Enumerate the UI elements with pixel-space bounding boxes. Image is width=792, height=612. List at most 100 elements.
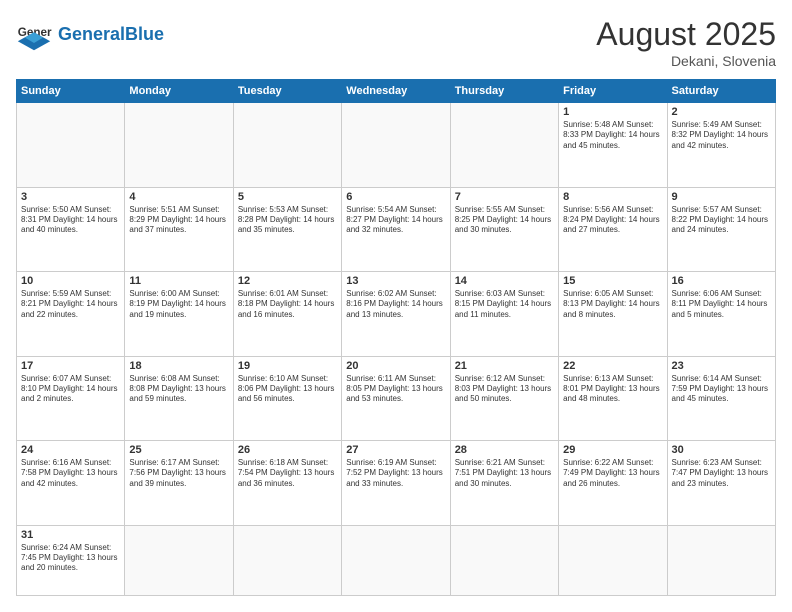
logo-text: GeneralBlue: [58, 24, 164, 45]
day-info: Sunrise: 6:22 AM Sunset: 7:49 PM Dayligh…: [563, 458, 662, 489]
calendar-cell: 26Sunrise: 6:18 AM Sunset: 7:54 PM Dayli…: [233, 441, 341, 526]
calendar-cell: 15 Sunrise: 6:05 AM Sunset: 8:13 PM Dayli…: [559, 272, 667, 357]
page: General GeneralBlue August 2025 Dekani, …: [0, 0, 792, 612]
generalblue-logo-icon: General: [16, 16, 52, 52]
calendar-cell: 6 Sunrise: 5:54 AM Sunset: 8:27 PM Daylig…: [342, 187, 450, 272]
calendar-cell: 5Sunrise: 5:53 AM Sunset: 8:28 PM Daylig…: [233, 187, 341, 272]
calendar-cell: 12Sunrise: 6:01 AM Sunset: 8:18 PM Dayli…: [233, 272, 341, 357]
title-block: August 2025 Dekani, Slovenia: [596, 16, 776, 69]
day-number: 20: [346, 360, 445, 372]
day-number: 10: [21, 275, 120, 287]
day-number: 4: [129, 191, 228, 203]
day-info: Sunrise: 5:59 AM Sunset: 8:21 PM Dayligh…: [21, 289, 120, 320]
calendar-cell: [559, 525, 667, 596]
week-row-0: 1 Sunrise: 5:48 AM Sunset: 8:33 PM Daylig…: [17, 103, 776, 188]
day-number: 6: [346, 191, 445, 203]
calendar-cell: [125, 525, 233, 596]
weekday-header-friday: Friday: [559, 80, 667, 103]
day-info: Sunrise: 6:01 AM Sunset: 8:18 PM Dayligh…: [238, 289, 337, 320]
calendar-cell: 3Sunrise: 5:50 AM Sunset: 8:31 PM Daylig…: [17, 187, 125, 272]
day-info: Sunrise: 6:10 AM Sunset: 8:06 PM Dayligh…: [238, 374, 337, 405]
day-number: 1: [563, 106, 662, 118]
day-info: Sunrise: 5:56 AM Sunset: 8:24 PM Dayligh…: [563, 205, 662, 236]
day-info: Sunrise: 6:14 AM Sunset: 7:59 PM Dayligh…: [672, 374, 771, 405]
calendar-cell: 7Sunrise: 5:55 AM Sunset: 8:25 PM Daylig…: [450, 187, 558, 272]
day-number: 7: [455, 191, 554, 203]
weekday-header-monday: Monday: [125, 80, 233, 103]
weekday-header-wednesday: Wednesday: [342, 80, 450, 103]
day-info: Sunrise: 6:12 AM Sunset: 8:03 PM Dayligh…: [455, 374, 554, 405]
calendar-cell: 10 Sunrise: 5:59 AM Sunset: 8:21 PM Dayli…: [17, 272, 125, 357]
day-number: 19: [238, 360, 337, 372]
day-info: Sunrise: 6:06 AM Sunset: 8:11 PM Dayligh…: [672, 289, 771, 320]
week-row-1: 3Sunrise: 5:50 AM Sunset: 8:31 PM Daylig…: [17, 187, 776, 272]
day-info: Sunrise: 6:13 AM Sunset: 8:01 PM Dayligh…: [563, 374, 662, 405]
calendar-cell: 13 Sunrise: 6:02 AM Sunset: 8:16 PM Dayli…: [342, 272, 450, 357]
calendar-cell: 2 Sunrise: 5:49 AM Sunset: 8:32 PM Daylig…: [667, 103, 775, 188]
day-info: Sunrise: 6:02 AM Sunset: 8:16 PM Dayligh…: [346, 289, 445, 320]
weekday-header-row: SundayMondayTuesdayWednesdayThursdayFrid…: [17, 80, 776, 103]
weekday-header-saturday: Saturday: [667, 80, 775, 103]
day-info: Sunrise: 6:00 AM Sunset: 8:19 PM Dayligh…: [129, 289, 228, 320]
day-info: Sunrise: 5:49 AM Sunset: 8:32 PM Dayligh…: [672, 120, 771, 151]
calendar-cell: [450, 103, 558, 188]
day-info: Sunrise: 6:24 AM Sunset: 7:45 PM Dayligh…: [21, 543, 120, 574]
day-number: 3: [21, 191, 120, 203]
calendar-cell: [233, 525, 341, 596]
calendar-cell: 8 Sunrise: 5:56 AM Sunset: 8:24 PM Daylig…: [559, 187, 667, 272]
calendar: SundayMondayTuesdayWednesdayThursdayFrid…: [16, 79, 776, 596]
calendar-cell: [667, 525, 775, 596]
weekday-header-thursday: Thursday: [450, 80, 558, 103]
calendar-cell: 31 Sunrise: 6:24 AM Sunset: 7:45 PM Dayli…: [17, 525, 125, 596]
calendar-cell: 1 Sunrise: 5:48 AM Sunset: 8:33 PM Daylig…: [559, 103, 667, 188]
day-number: 24: [21, 444, 120, 456]
day-info: Sunrise: 6:16 AM Sunset: 7:58 PM Dayligh…: [21, 458, 120, 489]
calendar-cell: 24 Sunrise: 6:16 AM Sunset: 7:58 PM Dayli…: [17, 441, 125, 526]
day-info: Sunrise: 6:03 AM Sunset: 8:15 PM Dayligh…: [455, 289, 554, 320]
day-number: 31: [21, 529, 120, 541]
day-info: Sunrise: 6:08 AM Sunset: 8:08 PM Dayligh…: [129, 374, 228, 405]
calendar-cell: 4 Sunrise: 5:51 AM Sunset: 8:29 PM Daylig…: [125, 187, 233, 272]
day-info: Sunrise: 5:48 AM Sunset: 8:33 PM Dayligh…: [563, 120, 662, 151]
day-info: Sunrise: 5:53 AM Sunset: 8:28 PM Dayligh…: [238, 205, 337, 236]
week-row-3: 17Sunrise: 6:07 AM Sunset: 8:10 PM Dayli…: [17, 356, 776, 441]
day-info: Sunrise: 6:23 AM Sunset: 7:47 PM Dayligh…: [672, 458, 771, 489]
calendar-cell: 27 Sunrise: 6:19 AM Sunset: 7:52 PM Dayli…: [342, 441, 450, 526]
day-number: 23: [672, 360, 771, 372]
calendar-cell: 16Sunrise: 6:06 AM Sunset: 8:11 PM Dayli…: [667, 272, 775, 357]
location: Dekani, Slovenia: [596, 53, 776, 69]
day-number: 27: [346, 444, 445, 456]
day-info: Sunrise: 5:51 AM Sunset: 8:29 PM Dayligh…: [129, 205, 228, 236]
calendar-cell: [342, 103, 450, 188]
day-info: Sunrise: 5:54 AM Sunset: 8:27 PM Dayligh…: [346, 205, 445, 236]
day-number: 29: [563, 444, 662, 456]
calendar-cell: 11Sunrise: 6:00 AM Sunset: 8:19 PM Dayli…: [125, 272, 233, 357]
day-number: 25: [129, 444, 228, 456]
day-info: Sunrise: 6:17 AM Sunset: 7:56 PM Dayligh…: [129, 458, 228, 489]
weekday-header-sunday: Sunday: [17, 80, 125, 103]
calendar-cell: 19 Sunrise: 6:10 AM Sunset: 8:06 PM Dayli…: [233, 356, 341, 441]
week-row-5: 31 Sunrise: 6:24 AM Sunset: 7:45 PM Dayli…: [17, 525, 776, 596]
calendar-cell: 21Sunrise: 6:12 AM Sunset: 8:03 PM Dayli…: [450, 356, 558, 441]
calendar-cell: [17, 103, 125, 188]
calendar-cell: 18Sunrise: 6:08 AM Sunset: 8:08 PM Dayli…: [125, 356, 233, 441]
week-row-4: 24 Sunrise: 6:16 AM Sunset: 7:58 PM Dayli…: [17, 441, 776, 526]
day-info: Sunrise: 6:19 AM Sunset: 7:52 PM Dayligh…: [346, 458, 445, 489]
week-row-2: 10 Sunrise: 5:59 AM Sunset: 8:21 PM Dayli…: [17, 272, 776, 357]
day-number: 22: [563, 360, 662, 372]
day-number: 17: [21, 360, 120, 372]
day-number: 8: [563, 191, 662, 203]
calendar-cell: 29 Sunrise: 6:22 AM Sunset: 7:49 PM Dayli…: [559, 441, 667, 526]
day-info: Sunrise: 6:18 AM Sunset: 7:54 PM Dayligh…: [238, 458, 337, 489]
day-number: 15: [563, 275, 662, 287]
calendar-cell: 23 Sunrise: 6:14 AM Sunset: 7:59 PM Dayli…: [667, 356, 775, 441]
day-info: Sunrise: 6:05 AM Sunset: 8:13 PM Dayligh…: [563, 289, 662, 320]
day-number: 9: [672, 191, 771, 203]
day-number: 2: [672, 106, 771, 118]
calendar-cell: 20Sunrise: 6:11 AM Sunset: 8:05 PM Dayli…: [342, 356, 450, 441]
weekday-header-tuesday: Tuesday: [233, 80, 341, 103]
calendar-cell: 25 Sunrise: 6:17 AM Sunset: 7:56 PM Dayli…: [125, 441, 233, 526]
calendar-cell: [450, 525, 558, 596]
calendar-cell: 30Sunrise: 6:23 AM Sunset: 7:47 PM Dayli…: [667, 441, 775, 526]
day-number: 13: [346, 275, 445, 287]
